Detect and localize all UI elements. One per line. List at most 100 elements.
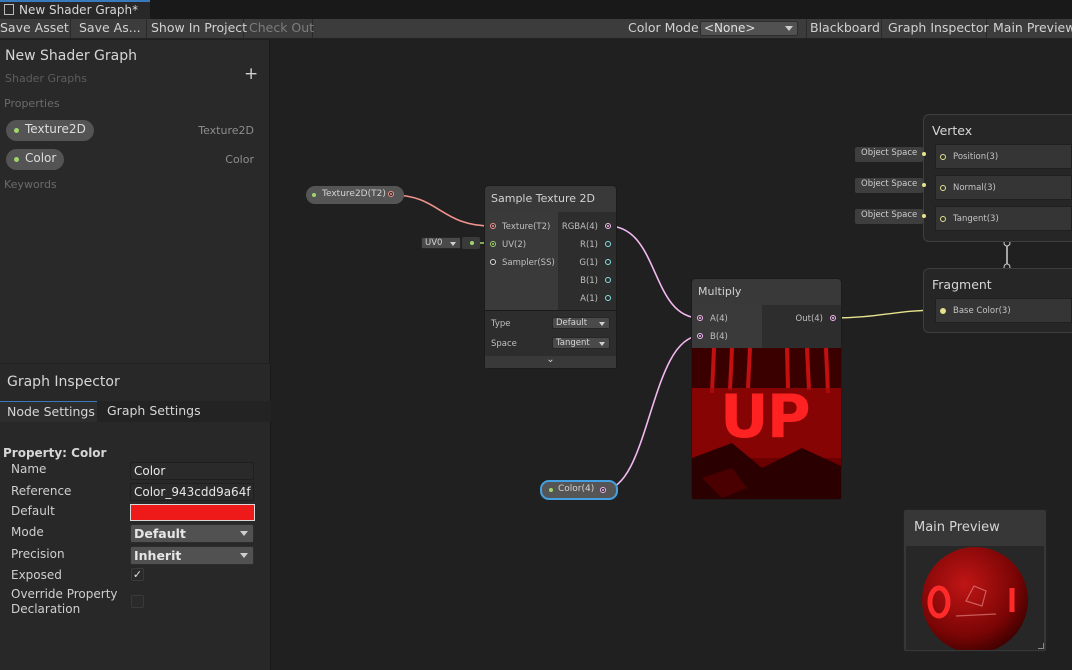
tab-graph-settings[interactable]: Graph Settings bbox=[107, 401, 201, 422]
b-input-port[interactable] bbox=[697, 333, 703, 339]
multiply-node[interactable]: Multiply A(4) B(4) Out(4) UP bbox=[691, 278, 842, 500]
override-label-line2: Declaration bbox=[11, 602, 81, 616]
mode-dropdown[interactable]: Default bbox=[130, 524, 254, 543]
property-name: Texture2D bbox=[25, 122, 86, 136]
texture2d-property-node[interactable]: Texture2D(T2) bbox=[306, 186, 404, 204]
uv-inline-port bbox=[462, 237, 480, 249]
port-label-rgba: RGBA(4) bbox=[561, 222, 598, 232]
properties-section-label: Properties bbox=[4, 97, 60, 110]
main-preview-panel[interactable]: Main Preview bbox=[903, 509, 1047, 653]
block-label-normal: Normal(3) bbox=[953, 183, 996, 193]
type-dropdown[interactable]: Default bbox=[552, 317, 610, 329]
block-label-base-color: Base Color(3) bbox=[953, 306, 1011, 316]
texture-input-port[interactable] bbox=[490, 223, 496, 229]
graph-inspector-title: Graph Inspector bbox=[7, 374, 120, 390]
out-output-port[interactable] bbox=[830, 315, 836, 321]
fragment-context[interactable]: Fragment Base Color(3) bbox=[923, 268, 1072, 333]
vector3-port-icon bbox=[940, 185, 946, 191]
port-label-texture: Texture(T2) bbox=[502, 222, 551, 232]
connection-dot-icon bbox=[922, 183, 926, 187]
block-base-color[interactable]: Base Color(3) bbox=[935, 298, 1072, 323]
edge-texture-to-sample bbox=[391, 194, 493, 227]
collapse-preview-button[interactable]: ⌄ bbox=[485, 355, 616, 368]
mode-label: Mode bbox=[11, 525, 44, 539]
precision-label: Precision bbox=[11, 547, 65, 561]
texture2d-property-label: Texture2D(T2) bbox=[322, 189, 386, 199]
vertex-context[interactable]: Vertex Position(3) Normal(3) Tangent(3) bbox=[923, 114, 1072, 242]
edge-color-to-multiply-b bbox=[602, 335, 701, 491]
inspector-tab-bar: Node Settings Graph Settings bbox=[0, 401, 271, 422]
port-label-b: B(1) bbox=[580, 276, 598, 286]
keywords-section-label: Keywords bbox=[4, 178, 57, 191]
color-property-node[interactable]: Color(4) bbox=[540, 480, 618, 500]
edge-rgba-to-multiply-a bbox=[607, 225, 701, 319]
main-preview-title: Main Preview bbox=[914, 520, 1000, 535]
preview-up-text: UP bbox=[720, 382, 811, 452]
type-label: Type bbox=[491, 319, 511, 329]
tab-node-settings[interactable]: Node Settings bbox=[0, 401, 97, 422]
color-property-label: Color(4) bbox=[558, 484, 595, 494]
reference-field[interactable]: Color_943cdd9a64f bbox=[130, 483, 254, 501]
name-label: Name bbox=[11, 462, 47, 476]
blackboard-panel[interactable]: New Shader Graph Shader Graphs + Propert… bbox=[0, 40, 270, 363]
space-tag-label: Object Space bbox=[861, 179, 918, 189]
reference-label: Reference bbox=[11, 484, 72, 498]
fragment-title: Fragment bbox=[932, 277, 992, 292]
port-label-uv: UV(2) bbox=[502, 240, 527, 250]
uv-channel-dropdown[interactable]: UV0 bbox=[421, 237, 461, 249]
connection-dot-icon bbox=[312, 193, 316, 197]
block-label-tangent: Tangent(3) bbox=[953, 214, 999, 224]
b-output-port[interactable] bbox=[605, 277, 611, 283]
connection-dot-icon bbox=[922, 214, 926, 218]
port-label-a-in: A(4) bbox=[710, 314, 728, 324]
resize-handle-icon[interactable] bbox=[1038, 643, 1044, 649]
position-space-tag[interactable]: Object Space bbox=[855, 147, 926, 162]
sample-texture-2d-node[interactable]: Sample Texture 2D Texture(T2) UV(2) Samp… bbox=[484, 185, 617, 369]
normal-space-tag[interactable]: Object Space bbox=[855, 178, 926, 193]
port-label-b-in: B(4) bbox=[710, 332, 728, 342]
precision-value: Inherit bbox=[134, 548, 182, 563]
uv-channel-value: UV0 bbox=[425, 238, 443, 248]
property-name: Color bbox=[25, 151, 57, 165]
property-pill-color[interactable]: Color bbox=[6, 149, 65, 170]
override-declaration-checkbox[interactable] bbox=[131, 595, 144, 608]
sampler-input-port[interactable] bbox=[490, 259, 496, 265]
add-property-button[interactable]: + bbox=[244, 64, 258, 84]
uv-input-port[interactable] bbox=[490, 241, 496, 247]
blackboard-subtitle: Shader Graphs bbox=[5, 72, 87, 85]
property-pill-texture2d[interactable]: Texture2D bbox=[6, 120, 94, 141]
block-tangent[interactable]: Tangent(3) bbox=[935, 206, 1072, 231]
divider bbox=[485, 310, 616, 311]
chevron-down-icon bbox=[240, 531, 248, 536]
vector3-port-icon bbox=[940, 308, 946, 314]
sample-texture-title: Sample Texture 2D bbox=[485, 186, 616, 212]
main-preview-viewport[interactable] bbox=[906, 546, 1044, 653]
name-field[interactable]: Color bbox=[130, 462, 254, 480]
chevron-down-icon bbox=[240, 553, 248, 558]
exposed-checkbox[interactable]: ✓ bbox=[131, 568, 144, 581]
property-title: Property: Color bbox=[3, 446, 107, 460]
space-dropdown[interactable]: Tangent bbox=[552, 337, 610, 349]
texture-output-port[interactable] bbox=[388, 191, 394, 197]
rgba-output-port[interactable] bbox=[605, 223, 611, 229]
chevron-down-icon bbox=[450, 242, 456, 246]
graph-inspector-panel[interactable]: Graph Inspector Node Settings Graph Sett… bbox=[0, 364, 271, 670]
tangent-space-tag[interactable]: Object Space bbox=[855, 209, 926, 224]
g-output-port[interactable] bbox=[605, 259, 611, 265]
space-tag-label: Object Space bbox=[861, 210, 918, 220]
precision-dropdown[interactable]: Inherit bbox=[130, 546, 254, 565]
connection-dot-icon bbox=[922, 152, 926, 156]
block-normal[interactable]: Normal(3) bbox=[935, 175, 1072, 200]
a-input-port[interactable] bbox=[697, 315, 703, 321]
mode-value: Default bbox=[134, 526, 186, 541]
override-label-line1: Override Property bbox=[11, 587, 118, 601]
color-output-port[interactable] bbox=[600, 487, 606, 493]
space-label: Space bbox=[491, 339, 517, 349]
block-position[interactable]: Position(3) bbox=[935, 144, 1072, 169]
port-label-g: G(1) bbox=[579, 258, 598, 268]
type-value: Default bbox=[556, 318, 588, 328]
r-output-port[interactable] bbox=[605, 241, 611, 247]
default-color-swatch[interactable] bbox=[130, 504, 255, 521]
a-output-port[interactable] bbox=[605, 295, 611, 301]
property-type: Texture2D bbox=[198, 124, 254, 137]
